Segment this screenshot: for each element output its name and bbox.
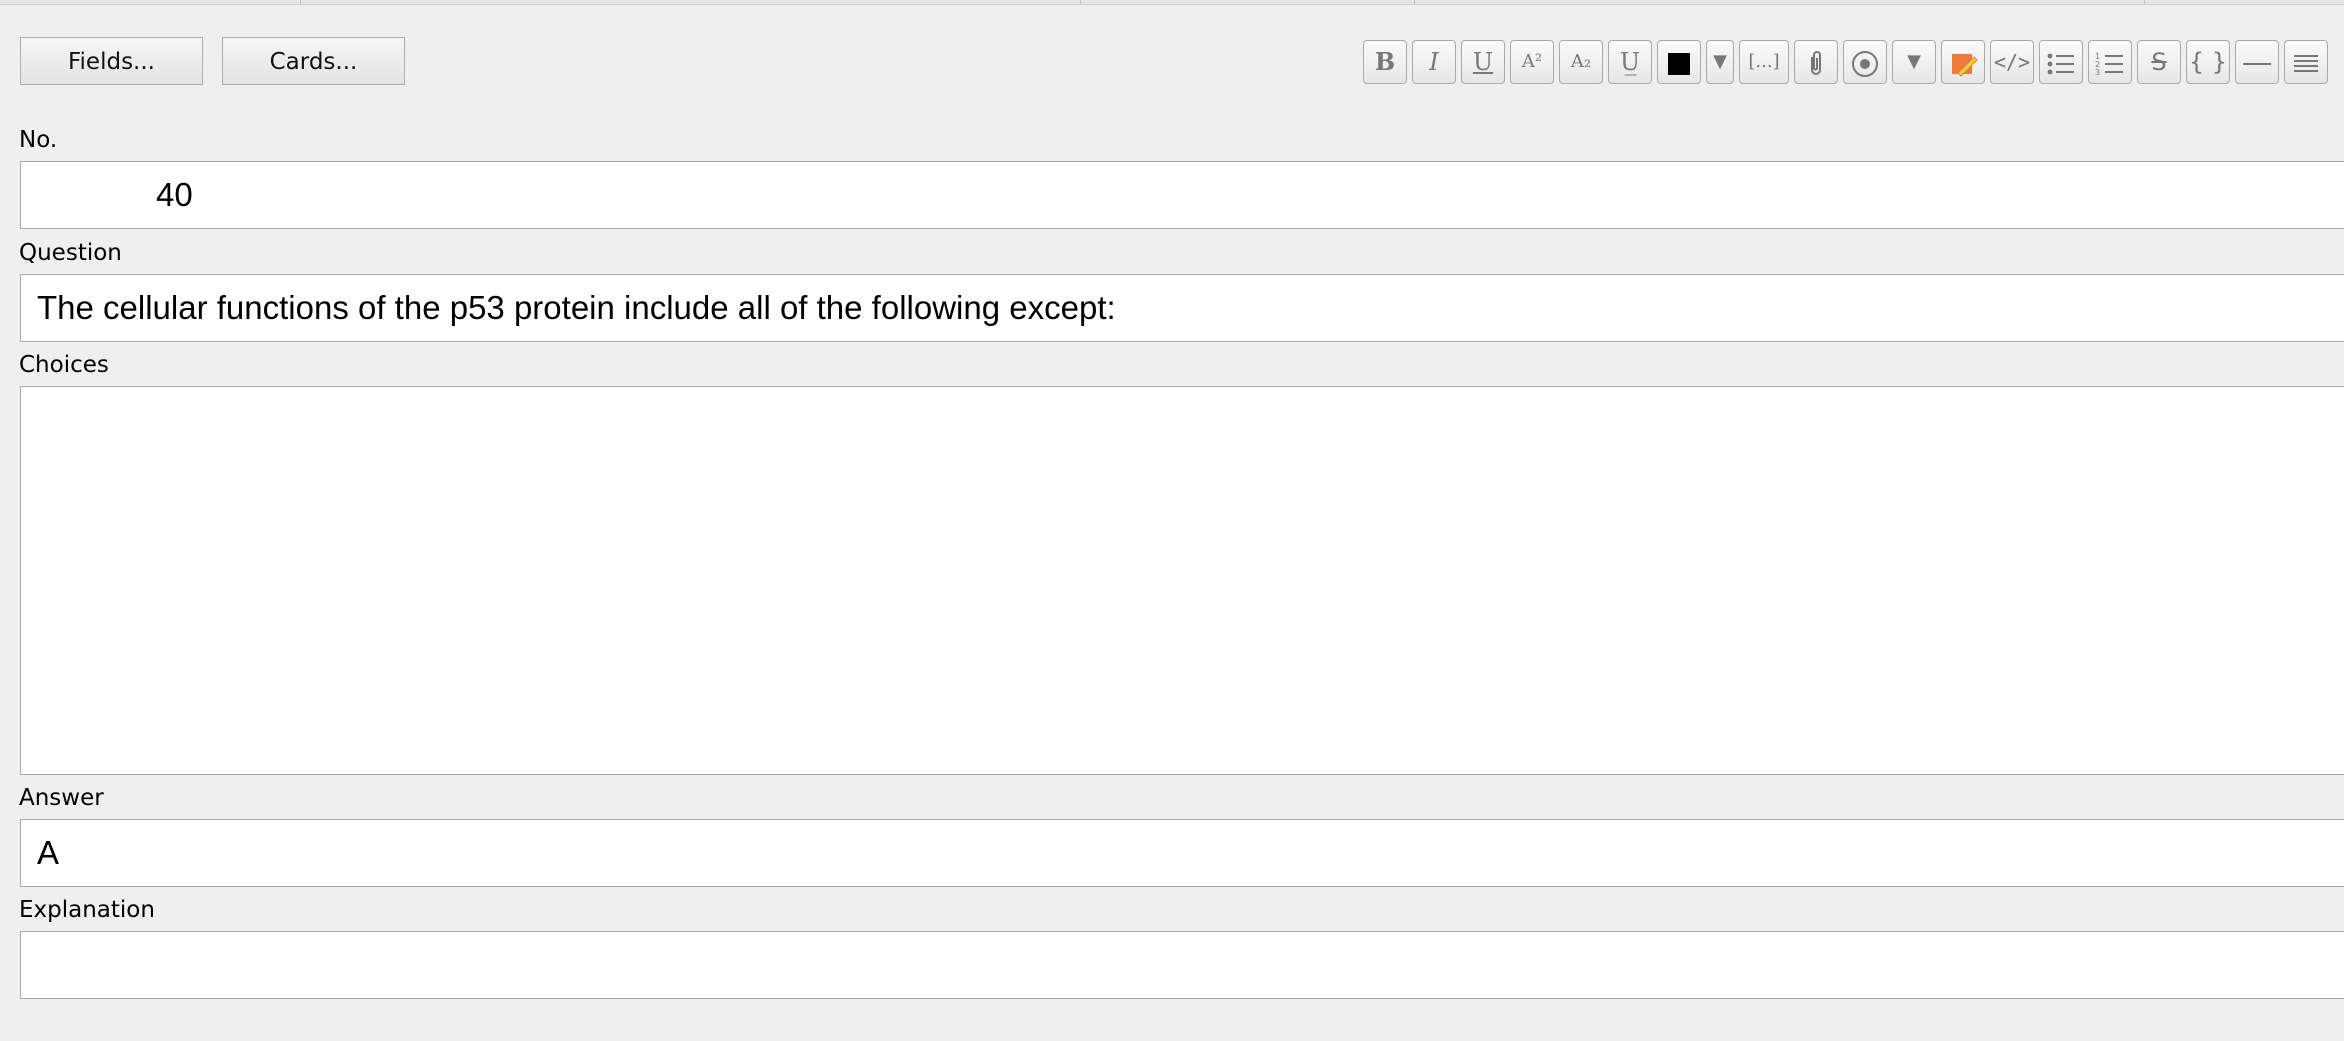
strikethrough-button[interactable]: S [2137,40,2181,84]
formatting-toolbar: B I U A² A₂ U̲ ▼ [...] ▼ </> 1 2 3 S {} [1363,38,2344,88]
field-label-choices: Choices [19,352,109,378]
field-input-no[interactable]: 40 [20,161,2344,229]
unordered-list-button[interactable] [2039,40,2083,84]
attach-button[interactable] [1794,40,1838,84]
align-button[interactable] [2284,40,2328,84]
numbered-list-icon: 1 2 3 [2095,52,2123,77]
html-editor-button[interactable]: </> [1990,40,2034,84]
horizontal-rule-icon [2243,62,2271,65]
triangle-down-icon: ▼ [1907,51,1921,72]
record-button[interactable] [1843,40,1887,84]
bullet-list-icon [2047,53,2074,74]
column-separator [300,0,301,4]
field-input-answer[interactable]: A [20,819,2344,887]
record-icon [1852,50,1878,77]
column-separator [1414,0,1415,4]
more-options-dropdown[interactable]: ▼ [1892,40,1936,84]
bold-button[interactable]: B [1363,40,1407,84]
svg-text:3: 3 [2095,68,2100,77]
cards-button[interactable]: Cards... [222,37,405,85]
align-left-icon [2294,54,2318,72]
column-separator [1080,0,1081,4]
field-value-answer: A [37,834,60,871]
highlight-color-button[interactable] [1941,40,1985,84]
field-label-question: Question [19,240,122,266]
cloze-button[interactable]: [...] [1739,40,1789,84]
triangle-down-icon: ▼ [1713,51,1727,72]
italic-button[interactable]: I [1412,40,1456,84]
ordered-list-button[interactable]: 1 2 3 [2088,40,2132,84]
clear-format-button[interactable]: U̲ [1608,40,1652,84]
field-input-explanation[interactable] [20,931,2344,999]
underline-button[interactable]: U [1461,40,1505,84]
text-color-dropdown[interactable]: ▼ [1706,40,1734,84]
field-value-no: 40 [156,176,193,213]
field-label-explanation: Explanation [19,897,155,923]
column-separator [2144,0,2145,4]
paperclip-icon [1811,50,1821,75]
top-strip [0,0,2344,5]
horizontal-rule-button[interactable] [2235,40,2279,84]
field-input-question[interactable]: The cellular functions of the p53 protei… [20,274,2344,342]
strikethrough-icon: S [2151,48,2167,76]
highlighter-icon [1952,53,1978,77]
mathjax-button[interactable]: { } [2186,40,2230,84]
field-label-no: No. [19,127,58,153]
fields-button[interactable]: Fields... [20,37,203,85]
field-label-answer: Answer [19,785,104,811]
subscript-button[interactable]: A₂ [1559,40,1603,84]
field-value-question: The cellular functions of the p53 protei… [37,289,1116,326]
text-color-swatch-icon [1668,52,1690,75]
text-color-button[interactable] [1657,40,1701,84]
field-input-choices[interactable] [20,386,2344,775]
superscript-button[interactable]: A² [1510,40,1554,84]
